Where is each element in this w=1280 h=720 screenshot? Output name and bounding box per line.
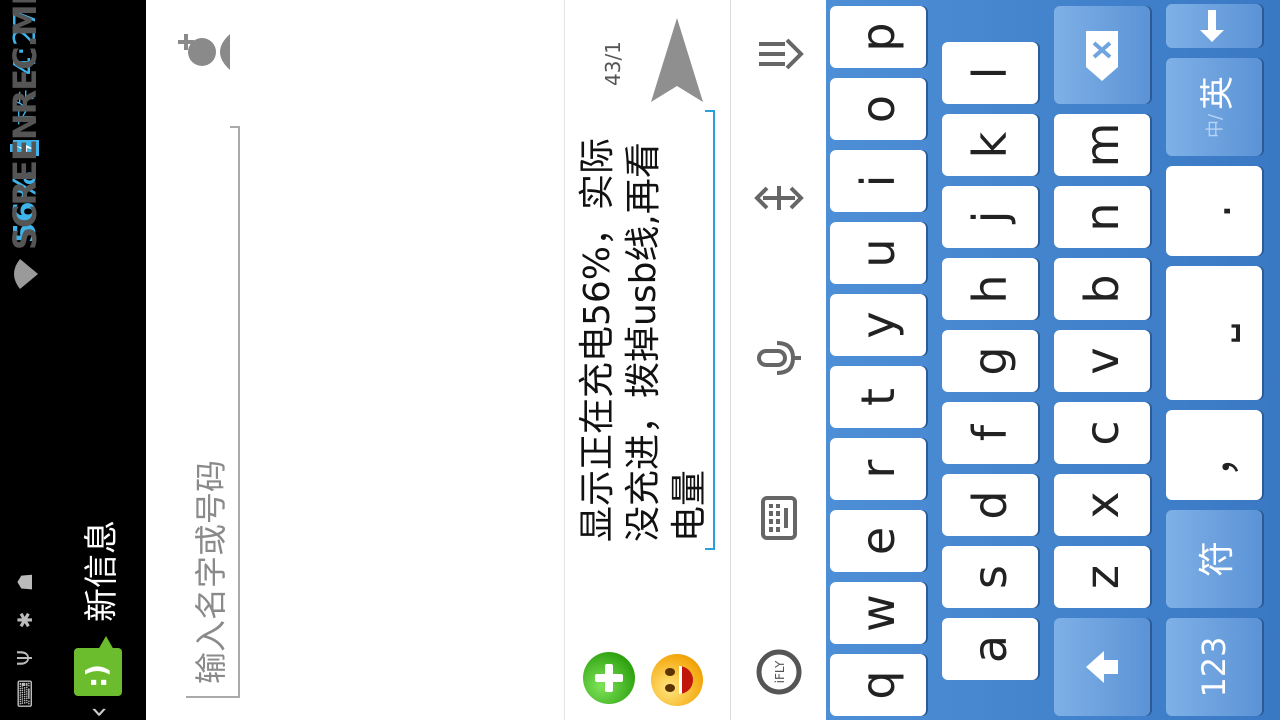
symbols-key[interactable]: 符 bbox=[1166, 510, 1262, 608]
recipient-input[interactable] bbox=[188, 144, 234, 684]
svg-text:iFLY: iFLY bbox=[773, 660, 787, 683]
key-x[interactable]: x bbox=[1054, 474, 1150, 536]
numbers-key[interactable]: 123 bbox=[1166, 618, 1262, 716]
key-t[interactable]: t bbox=[830, 366, 926, 428]
language-switch-key[interactable]: 中/英 bbox=[1166, 58, 1262, 156]
character-counter: 43/1 bbox=[601, 41, 625, 86]
shift-arrow-icon bbox=[1086, 651, 1118, 683]
key-n[interactable]: n bbox=[1054, 186, 1150, 248]
shift-key[interactable] bbox=[1054, 618, 1150, 716]
usb-icon: Ψ bbox=[13, 650, 37, 666]
collapse-keyboard-icon[interactable] bbox=[753, 22, 805, 74]
key-o[interactable]: o bbox=[830, 78, 926, 140]
language-main-label: 英 bbox=[1197, 75, 1238, 110]
key-r[interactable]: r bbox=[830, 438, 926, 500]
key-y[interactable]: y bbox=[830, 294, 926, 356]
soft-keyboard: q w e r t y u i o p a s d f g h j k l z bbox=[826, 0, 1280, 720]
key-i[interactable]: i bbox=[830, 150, 926, 212]
key-c[interactable]: c bbox=[1054, 402, 1150, 464]
language-sub-label: 中/ bbox=[1205, 113, 1226, 139]
emoji-mouth bbox=[679, 666, 693, 694]
message-text[interactable]: 显示正在充电56%，实际没充进，拨掉usb线,再看电量 bbox=[575, 122, 713, 542]
emoji-eye bbox=[665, 684, 675, 692]
debug-icon: ✱ bbox=[13, 611, 37, 629]
message-input[interactable]: 显示正在充电56%，实际没充进，拨掉usb线,再看电量 bbox=[575, 110, 715, 550]
compose-area: 显示正在充电56%，实际没充进，拨掉usb线,再看电量 43/1 bbox=[564, 0, 730, 720]
space-key[interactable]: ⎵ bbox=[1166, 266, 1262, 400]
key-row-1: q w e r t y u i o p bbox=[830, 0, 934, 720]
enter-arrow-icon bbox=[1200, 10, 1224, 42]
status-left-icons: ⌨ Ψ ✱ ☗ bbox=[13, 570, 37, 708]
smiley-face-icon: :) bbox=[80, 664, 113, 688]
key-e[interactable]: e bbox=[830, 510, 926, 572]
key-p[interactable]: p bbox=[830, 6, 926, 68]
ifly-logo-icon[interactable]: iFLY bbox=[753, 646, 805, 698]
enter-key[interactable] bbox=[1166, 4, 1262, 48]
key-a[interactable]: a bbox=[942, 618, 1038, 680]
key-l[interactable]: l bbox=[942, 42, 1038, 104]
comma-key[interactable]: ， bbox=[1166, 410, 1262, 500]
watermark-text: SCREENREC.ME bbox=[6, 0, 44, 250]
backspace-key[interactable] bbox=[1054, 6, 1150, 104]
key-d[interactable]: d bbox=[942, 474, 1038, 536]
recipient-area bbox=[146, 0, 564, 720]
android-icon: ☗ bbox=[13, 573, 37, 591]
key-row-4: 123 符 ， ⎵ . 中/英 bbox=[1166, 0, 1270, 720]
key-h[interactable]: h bbox=[942, 258, 1038, 320]
emoji-eye bbox=[665, 668, 675, 676]
key-row-3: z x c v b n m bbox=[1054, 0, 1158, 720]
microphone-icon[interactable] bbox=[753, 332, 805, 384]
key-f[interactable]: f bbox=[942, 402, 1038, 464]
action-bar: ‹ :) 新信息 bbox=[50, 0, 146, 720]
key-j[interactable]: j bbox=[942, 186, 1038, 248]
key-z[interactable]: z bbox=[1054, 546, 1150, 608]
phone-screen: ⌨ Ψ ✱ ☗ SCREENREC.ME 56% 下午 4:27 ‹ :) 新信… bbox=[0, 0, 1280, 720]
add-contact-icon[interactable] bbox=[166, 14, 238, 86]
recipient-field-frame bbox=[186, 128, 240, 698]
emoji-icon[interactable] bbox=[651, 654, 703, 706]
wifi-icon bbox=[14, 259, 38, 290]
key-w[interactable]: w bbox=[830, 582, 926, 644]
key-g[interactable]: g bbox=[942, 330, 1038, 392]
backspace-icon bbox=[1086, 31, 1118, 81]
send-icon[interactable] bbox=[645, 14, 709, 106]
period-key[interactable]: . bbox=[1166, 166, 1262, 256]
key-m[interactable]: m bbox=[1054, 114, 1150, 176]
keyboard-toggle-icon[interactable] bbox=[753, 492, 805, 544]
page-title: 新信息 bbox=[81, 520, 122, 622]
messaging-app-icon[interactable]: :) bbox=[74, 648, 122, 696]
key-k[interactable]: k bbox=[942, 114, 1038, 176]
key-q[interactable]: q bbox=[830, 654, 926, 716]
add-attachment-icon[interactable] bbox=[583, 652, 635, 704]
cursor-move-icon[interactable] bbox=[753, 172, 805, 224]
key-b[interactable]: b bbox=[1054, 258, 1150, 320]
keyboard-notification-icon: ⌨ bbox=[13, 679, 37, 708]
ime-toolbar: iFLY bbox=[730, 0, 826, 720]
status-bar: ⌨ Ψ ✱ ☗ SCREENREC.ME 56% 下午 4:27 bbox=[0, 0, 50, 720]
key-s[interactable]: s bbox=[942, 546, 1038, 608]
back-chevron-icon[interactable]: ‹ bbox=[81, 700, 116, 718]
key-u[interactable]: u bbox=[830, 222, 926, 284]
key-v[interactable]: v bbox=[1054, 330, 1150, 392]
key-row-2: a s d f g h j k l bbox=[942, 0, 1046, 720]
